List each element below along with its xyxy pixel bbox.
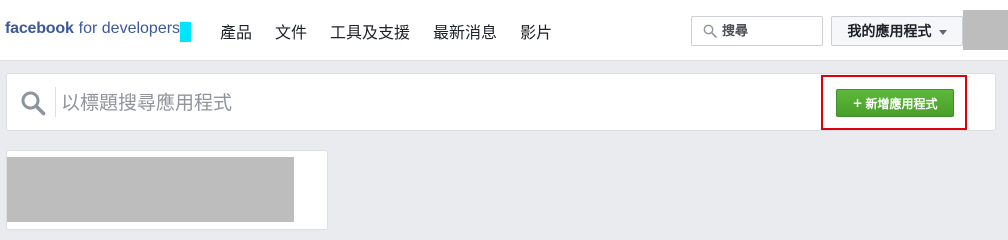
- main-nav: 產品 文件 工具及支援 最新消息 影片: [220, 23, 575, 43]
- nav-item-tools-support[interactable]: 工具及支援: [330, 23, 410, 43]
- nav-item-news[interactable]: 最新消息: [433, 23, 497, 43]
- search-icon: [703, 24, 717, 38]
- nav-item-docs[interactable]: 文件: [275, 23, 307, 43]
- my-apps-label: 我的應用程式: [847, 24, 932, 40]
- logo-brand-text: facebook: [5, 20, 74, 37]
- app-card[interactable]: [6, 150, 328, 230]
- avatar[interactable]: [963, 10, 1008, 50]
- plus-icon: +: [852, 96, 863, 110]
- my-apps-dropdown[interactable]: 我的應用程式: [831, 16, 963, 46]
- logo-suffix-text: for developers: [78, 20, 181, 37]
- add-new-app-label: 新增應用程式: [865, 96, 938, 111]
- header-search-box[interactable]: [691, 16, 823, 46]
- top-navigation-bar: facebook for developers 產品 文件 工具及支援 最新消息…: [0, 0, 1008, 61]
- nav-item-products[interactable]: 產品: [220, 23, 252, 43]
- facebook-developers-logo[interactable]: facebook for developers: [5, 20, 180, 42]
- app-search-input[interactable]: [61, 88, 661, 118]
- app-card-thumbnail: [7, 157, 294, 222]
- chevron-down-icon: [938, 29, 947, 35]
- search-divider: [55, 87, 56, 117]
- nav-item-videos[interactable]: 影片: [520, 23, 552, 43]
- header-search-input[interactable]: [722, 23, 812, 39]
- add-new-app-button[interactable]: + 新增應用程式: [836, 89, 954, 117]
- search-icon: [21, 91, 46, 116]
- logo-marker: [180, 22, 191, 42]
